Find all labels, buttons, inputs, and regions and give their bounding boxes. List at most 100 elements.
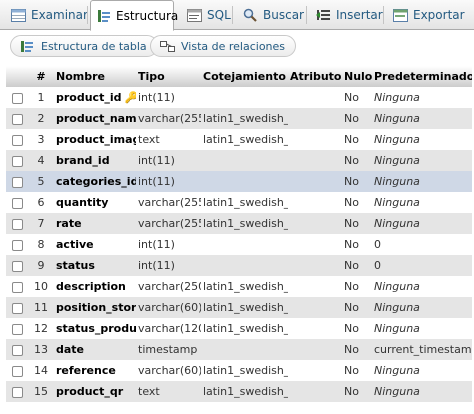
column-type: text (136, 381, 201, 402)
row-checkbox[interactable] (12, 134, 23, 146)
row-number: 1 (28, 87, 54, 108)
row-number: 6 (28, 192, 54, 213)
table-row[interactable]: 1 product_id 🔑 int(11) No Ninguna (6, 87, 472, 108)
table-row[interactable]: 14 reference varchar(60) latin1_swedish_… (6, 360, 472, 381)
header-name[interactable]: Nombre (54, 66, 136, 87)
row-checkbox[interactable] (12, 239, 23, 251)
table-row[interactable]: 6 quantity varchar(255) latin1_swedish_c… (6, 192, 472, 213)
row-checkbox[interactable] (12, 260, 23, 272)
table-row[interactable]: 4 brand_id int(11) No Ninguna (6, 150, 472, 171)
row-checkbox[interactable] (12, 386, 23, 398)
table-row[interactable]: 12 status_product varchar(120) latin1_sw… (6, 318, 472, 339)
column-attributes (288, 360, 342, 381)
row-number: 2 (28, 108, 54, 129)
column-type: int(11) (136, 234, 201, 255)
column-name[interactable]: active (54, 234, 136, 255)
column-name[interactable]: product_id (56, 91, 121, 104)
tab-buscar[interactable]: Buscar (236, 0, 304, 30)
table-row[interactable]: 15 product_qr text latin1_swedish_ci No … (6, 381, 472, 402)
column-name[interactable]: quantity (54, 192, 136, 213)
column-attributes (288, 255, 342, 276)
search-icon (242, 7, 258, 23)
table-row[interactable]: 9 status int(11) No 0 (6, 255, 472, 276)
export-icon (392, 7, 408, 23)
row-checkbox[interactable] (12, 344, 23, 356)
column-name[interactable]: status (54, 255, 136, 276)
column-name[interactable]: status_product (54, 318, 136, 339)
structure-table: # Nombre Tipo Cotejamiento Atributos Nul… (6, 66, 472, 402)
column-null: No (342, 87, 372, 108)
tab-sql[interactable]: SQL (180, 0, 231, 30)
table-row[interactable]: 13 date timestamp No current_timestamp() (6, 339, 472, 360)
column-null: No (342, 381, 372, 402)
table-row[interactable]: 7 rate varchar(255) latin1_swedish_ci No… (6, 213, 472, 234)
tab-exportar[interactable]: Exportar (386, 0, 465, 30)
row-checkbox[interactable] (12, 197, 23, 209)
column-default: Ninguna (372, 108, 472, 129)
table-row[interactable]: 3 product_image text latin1_swedish_ci N… (6, 129, 472, 150)
column-null: No (342, 339, 372, 360)
subtab-table-structure[interactable]: Estructura de tabla (10, 35, 158, 57)
header-number[interactable]: # (28, 66, 54, 87)
column-name[interactable]: rate (54, 213, 136, 234)
column-null: No (342, 213, 372, 234)
column-default: Ninguna (372, 213, 472, 234)
column-collation (201, 87, 288, 108)
column-name[interactable]: product_image (54, 129, 136, 150)
tab-estructura[interactable]: Estructura (90, 0, 178, 31)
structure-icon (97, 8, 111, 24)
column-name[interactable]: product_qr (54, 381, 136, 402)
table-row[interactable]: 11 position_store varchar(60) latin1_swe… (6, 297, 472, 318)
row-checkbox[interactable] (12, 281, 23, 293)
insert-icon (315, 7, 331, 23)
column-name[interactable]: reference (54, 360, 136, 381)
table-row[interactable]: 2 product_name varchar(255) latin1_swedi… (6, 108, 472, 129)
row-number: 10 (28, 276, 54, 297)
tab-label: Insertar (336, 8, 383, 22)
column-collation: latin1_swedish_ci (201, 360, 288, 381)
column-default: Ninguna (372, 192, 472, 213)
column-type: varchar(255) (136, 192, 201, 213)
row-checkbox[interactable] (12, 92, 23, 104)
row-checkbox[interactable] (12, 176, 23, 188)
table-row-highlighted[interactable]: 5 categories_id int(11) No Ninguna (6, 171, 472, 192)
column-default: Ninguna (372, 360, 472, 381)
row-checkbox[interactable] (12, 365, 23, 377)
column-name[interactable]: description (54, 276, 136, 297)
row-checkbox[interactable] (12, 155, 23, 167)
row-checkbox[interactable] (12, 323, 23, 335)
column-attributes (288, 318, 342, 339)
header-default[interactable]: Predeterminado (372, 66, 472, 87)
tab-label: SQL (207, 8, 231, 22)
tab-insertar[interactable]: Insertar (309, 0, 383, 30)
column-name[interactable]: date (54, 339, 136, 360)
column-attributes (288, 192, 342, 213)
column-type: int(11) (136, 255, 201, 276)
header-null[interactable]: Nulo (342, 66, 372, 87)
column-name[interactable]: product_name (54, 108, 136, 129)
subtab-label: Estructura de tabla (41, 39, 147, 53)
subtab-relations-view[interactable]: Vista de relaciones (150, 35, 297, 57)
tab-examinar[interactable]: Examinar (4, 0, 88, 30)
header-select (6, 66, 28, 87)
column-collation: latin1_swedish_ci (201, 318, 288, 339)
column-collation: latin1_swedish_ci (201, 108, 288, 129)
row-checkbox[interactable] (12, 218, 23, 230)
header-attributes[interactable]: Atributos (288, 66, 342, 87)
column-type: timestamp (136, 339, 201, 360)
primary-key-icon: 🔑 (124, 91, 136, 105)
column-attributes (288, 213, 342, 234)
column-collation: latin1_swedish_ci (201, 381, 288, 402)
row-number: 9 (28, 255, 54, 276)
column-attributes (288, 276, 342, 297)
row-checkbox[interactable] (12, 302, 23, 314)
tab-divider (232, 6, 233, 24)
table-row[interactable]: 10 description varchar(250) latin1_swedi… (6, 276, 472, 297)
column-name[interactable]: brand_id (54, 150, 136, 171)
header-type[interactable]: Tipo (136, 66, 201, 87)
table-row[interactable]: 8 active int(11) No 0 (6, 234, 472, 255)
column-name[interactable]: position_store (54, 297, 136, 318)
row-checkbox[interactable] (12, 113, 23, 125)
column-name[interactable]: categories_id (54, 171, 136, 192)
header-collation[interactable]: Cotejamiento (201, 66, 288, 87)
